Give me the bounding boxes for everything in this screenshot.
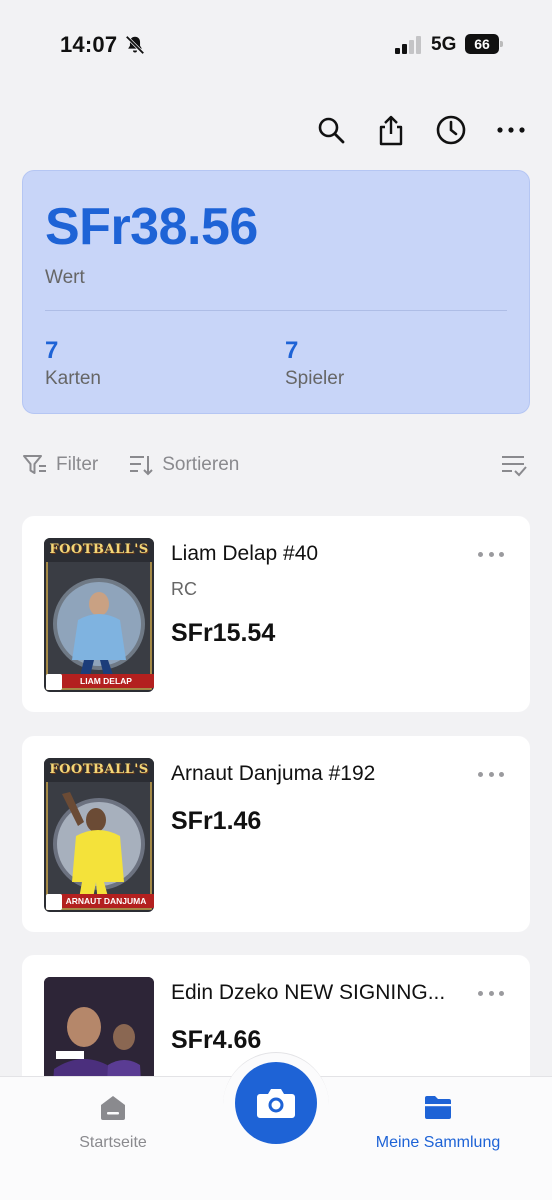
nav-collection-label: Meine Sammlung [375, 1134, 501, 1151]
network-type: 5G [431, 34, 457, 55]
cellular-signal-icon [395, 36, 421, 54]
card-more-button[interactable] [478, 550, 504, 558]
card-name-strip: LIAM DELAP [58, 674, 154, 688]
card-title: Arnaut Danjuma #192 [171, 762, 376, 785]
more-options-button[interactable] [494, 113, 528, 147]
battery-icon: 66 [465, 34, 503, 54]
bell-slash-icon [125, 35, 145, 55]
champions-league-logo [46, 674, 62, 690]
card-price: SFr4.66 [171, 1026, 262, 1054]
camera-icon [257, 1089, 295, 1118]
history-button[interactable] [434, 113, 468, 147]
folder-icon [425, 1096, 451, 1119]
card-banner-text: FOOTBALL'S [49, 762, 149, 777]
clock-icon [436, 115, 466, 145]
share-button[interactable] [374, 113, 408, 147]
scan-camera-button[interactable] [235, 1062, 317, 1144]
card-price: SFr15.54 [171, 619, 276, 647]
card-name-strip: ARNAUT DANJUMA [58, 894, 154, 908]
total-value-label: Wert [45, 267, 85, 288]
card-badge: RC [171, 579, 197, 599]
collection-summary-card: SFr38.56 Wert 7 Karten 7 Spieler [22, 170, 530, 414]
card-title: Edin Dzeko NEW SIGNING... [171, 981, 446, 1004]
card-image: FOOTBALL'S LIAM DELAP [44, 538, 154, 692]
share-icon [379, 115, 403, 146]
status-bar: 14:07 5G 66 [0, 0, 552, 90]
card-title: Liam Delap #40 [171, 542, 319, 565]
top-action-bar [314, 110, 528, 150]
select-list-icon[interactable] [500, 452, 528, 478]
champions-league-logo [46, 894, 62, 910]
summary-divider [45, 310, 507, 311]
cards-count: 7 [45, 337, 59, 364]
cards-label: Karten [45, 368, 101, 389]
list-toolbar: Filter Sortieren [22, 448, 530, 482]
nav-home-label: Startseite [79, 1134, 147, 1151]
players-label: Spieler [285, 368, 345, 389]
search-icon [318, 117, 345, 144]
status-time: 14:07 [60, 32, 118, 57]
card-image: FOOTBALL'S ARNAUT DANJUMA [44, 758, 154, 912]
sort-icon [130, 456, 153, 476]
filter-button[interactable]: Filter [22, 452, 98, 478]
nav-tab-home[interactable]: Startseite [23, 1093, 203, 1152]
home-icon [101, 1096, 125, 1120]
total-value: SFr38.56 [45, 198, 258, 256]
card-price: SFr1.46 [171, 807, 262, 835]
filter-label: Filter [56, 454, 99, 475]
card-more-button[interactable] [478, 989, 504, 997]
players-count: 7 [285, 337, 299, 364]
sort-button[interactable]: Sortieren [128, 452, 239, 478]
card-banner-text: FOOTBALL'S [49, 542, 149, 557]
filter-icon [23, 455, 46, 474]
search-button[interactable] [314, 113, 348, 147]
card-list-item[interactable]: FOOTBALL'S LIAM DELAP Liam Delap #40 RC … [22, 516, 530, 712]
card-list-item[interactable]: FOOTBALL'S ARNAUT DANJUMA Arnaut Danjuma… [22, 736, 530, 932]
nav-tab-collection[interactable]: Meine Sammlung [348, 1093, 528, 1152]
card-more-button[interactable] [478, 770, 504, 778]
battery-level: 66 [465, 34, 499, 54]
sort-label: Sortieren [162, 454, 240, 475]
more-horizontal-icon [497, 127, 525, 133]
